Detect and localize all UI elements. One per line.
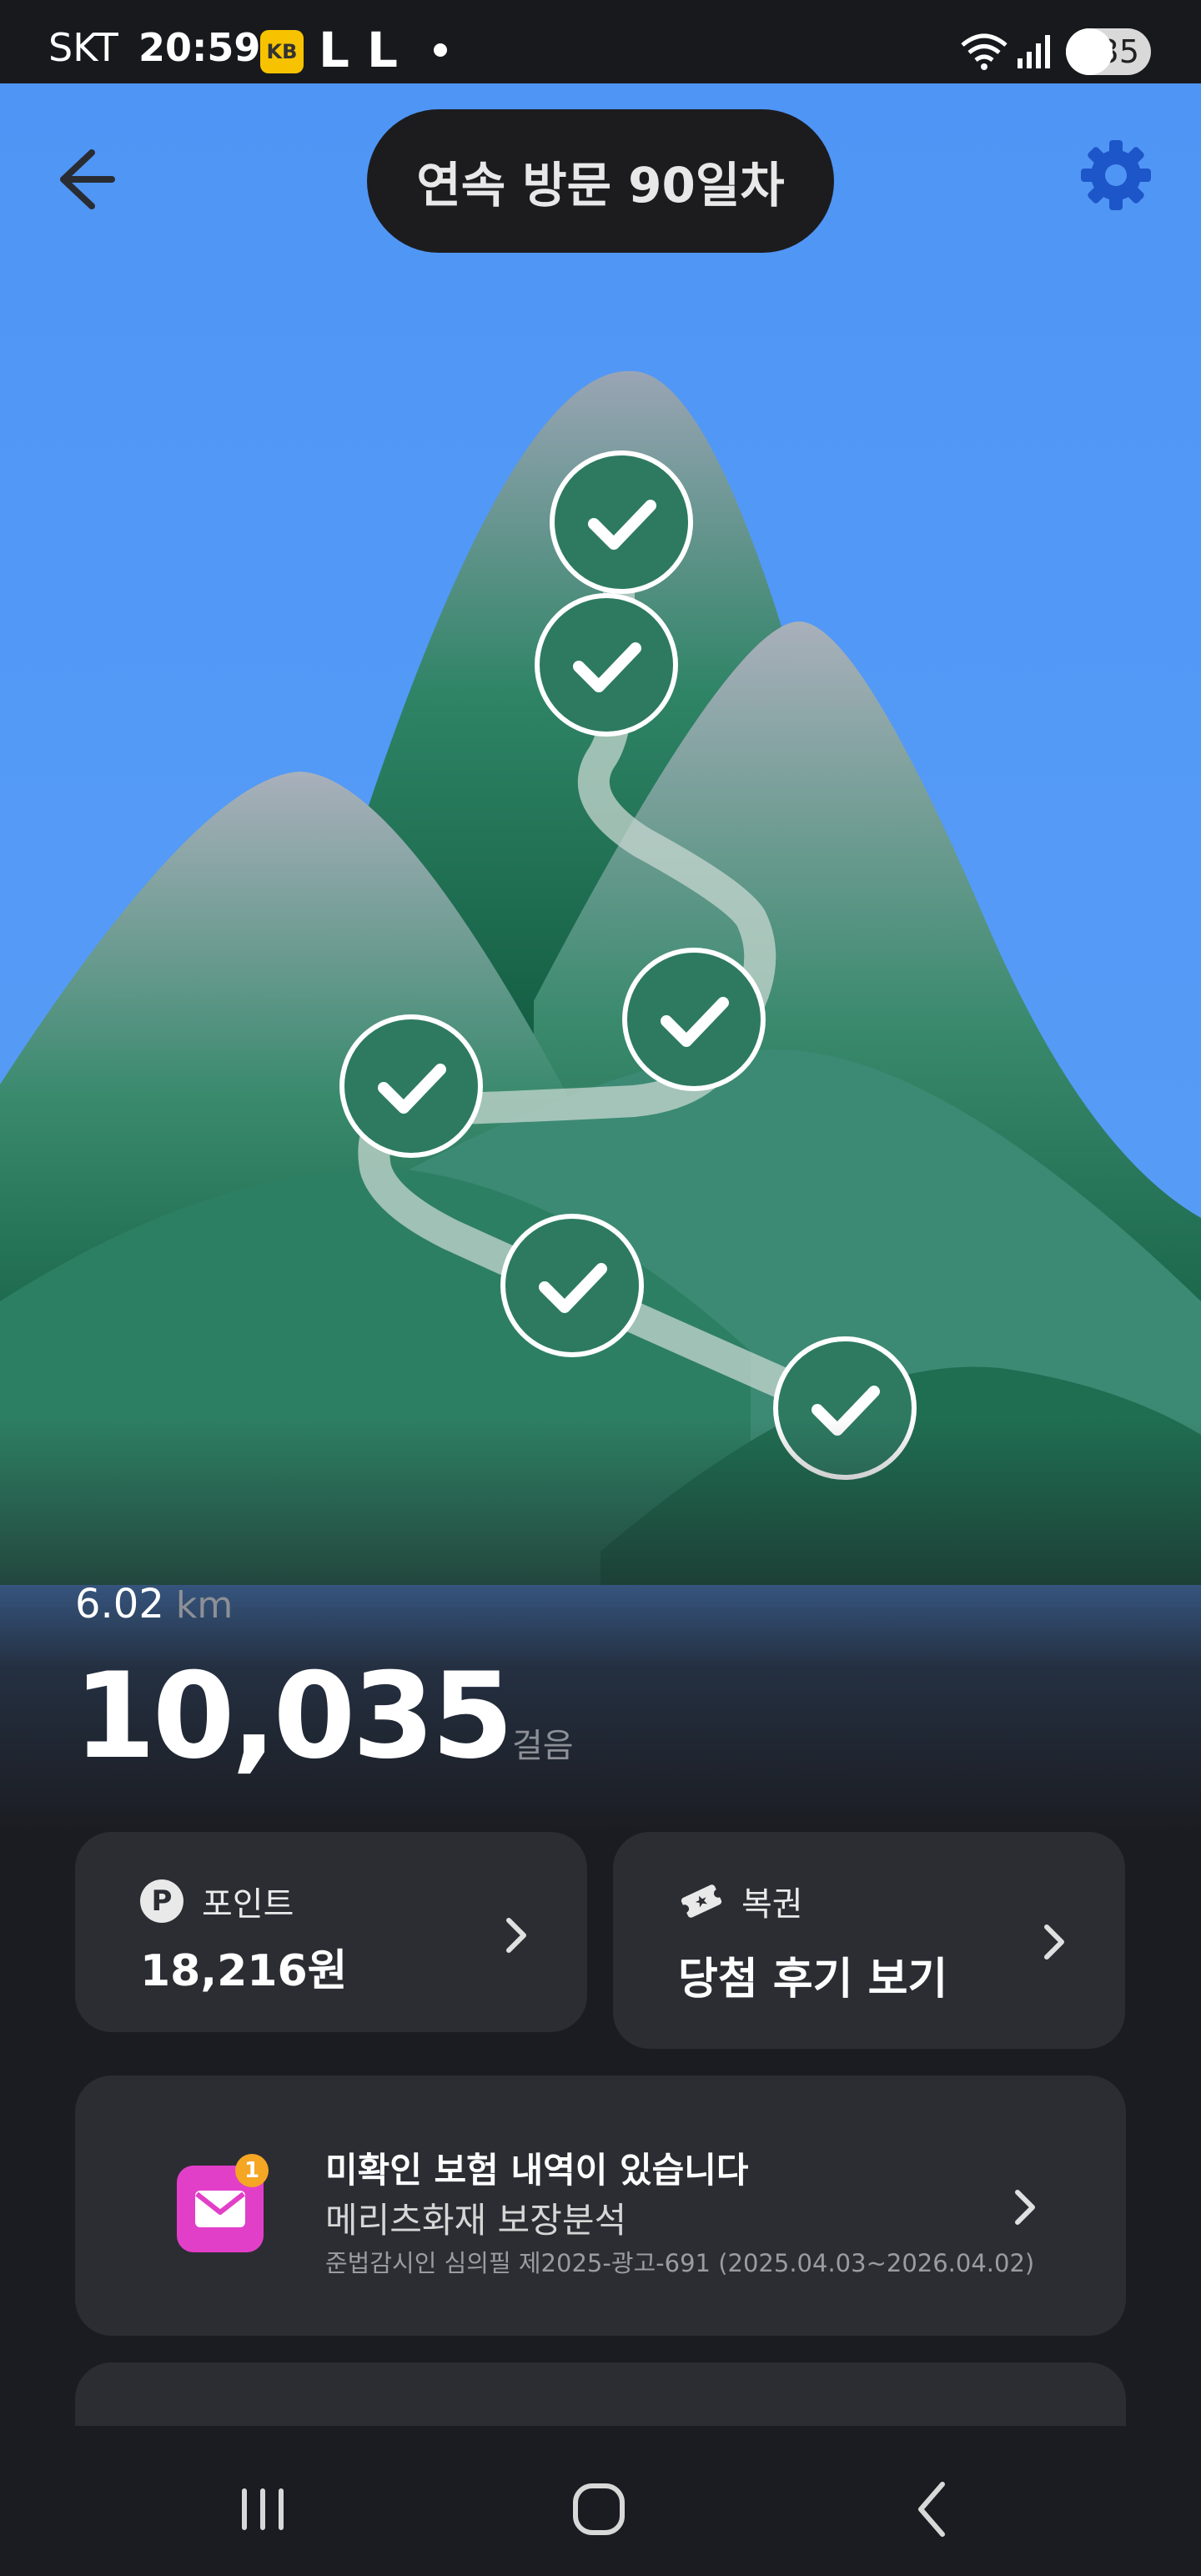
checkpoint [622, 948, 766, 1091]
notification-badge: 1 [235, 2154, 269, 2187]
insurance-compliance-note: 준법감시인 심의필 제2025-광고-691 (2025.04.03~2026.… [325, 2249, 1035, 2277]
ticket-icon [681, 1884, 722, 1918]
signal-icon [1018, 35, 1050, 68]
back-arrow-icon[interactable] [40, 138, 123, 221]
lotto-value: 당첨 후기 보기 [678, 1955, 948, 2005]
points-label: 포인트 [202, 1885, 294, 1924]
insurance-subtitle: 메리츠화재 보장분석 [325, 2200, 627, 2241]
points-card[interactable]: P 포인트 18,216원 [75, 1832, 587, 2032]
distance-readout: 6.02 km [75, 1581, 233, 1628]
dot-icon [434, 43, 447, 57]
checkpoint [500, 1214, 644, 1357]
wifi-icon [961, 33, 1008, 70]
insurance-title: 미확인 보험 내역이 있습니다 [325, 2150, 749, 2191]
l-icon: L [367, 22, 398, 78]
distance-value: 6.02 [75, 1581, 164, 1628]
step-count: 10,035걸음 [73, 1648, 574, 1785]
points-header: P 포인트 [140, 1877, 294, 1925]
lotto-label: 복권 [741, 1885, 803, 1924]
checkpoint [550, 450, 693, 594]
navigation-bar [0, 2426, 1201, 2576]
steps-value: 10,035 [73, 1648, 514, 1785]
checkpoint [339, 1014, 483, 1158]
chevron-right-icon [1044, 1924, 1064, 1960]
battery-saver-icon [1066, 28, 1113, 75]
l-icon: L [319, 22, 349, 78]
visit-streak-label: 연속 방문 90일차 [416, 157, 785, 214]
carrier-label: SKT [48, 25, 118, 70]
chevron-right-icon [506, 1918, 526, 1953]
chevron-right-icon [1015, 2190, 1035, 2225]
gear-icon[interactable] [1074, 133, 1158, 217]
steps-unit: 걸음 [511, 1727, 574, 1765]
distance-unit: km [175, 1584, 234, 1627]
mountain-illustration [0, 83, 1201, 1835]
insurance-card[interactable]: 1 미확인 보험 내역이 있습니다 메리츠화재 보장분석 준법감시인 심의필 제… [75, 2075, 1126, 2336]
p-badge-icon: P [140, 1879, 183, 1923]
battery-icon: 35 [1066, 28, 1151, 75]
status-bar: SKT 20:59 KB L L 35 [0, 0, 1201, 83]
lotto-header: 복권 [678, 1877, 803, 1925]
home-icon[interactable] [547, 2468, 647, 2551]
kb-bank-icon: KB [260, 30, 304, 73]
back-icon[interactable] [884, 2468, 984, 2551]
lotto-card[interactable]: 복권 당첨 후기 보기 [613, 1832, 1125, 2049]
recent-apps-icon[interactable] [213, 2468, 313, 2551]
points-value: 18,216원 [140, 1946, 348, 1996]
checkpoint [535, 593, 678, 737]
clock: 20:59 [138, 25, 261, 70]
page-title: 연속 방문 90일차 [367, 109, 834, 253]
